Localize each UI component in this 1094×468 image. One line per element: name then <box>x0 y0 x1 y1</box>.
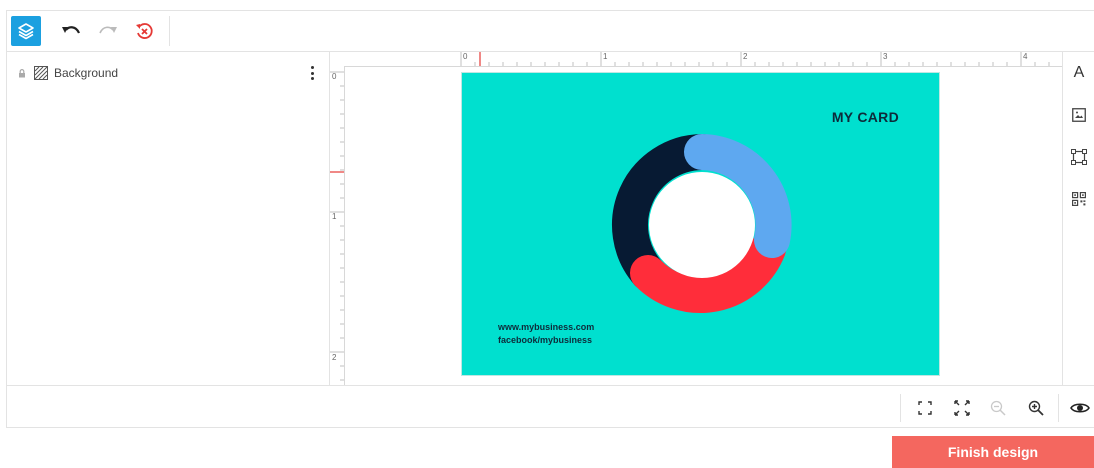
card-website: www.mybusiness.com <box>498 322 595 332</box>
layer-item-background[interactable]: Background <box>6 62 329 84</box>
business-card[interactable]: MY CARD www.mybusiness.com facebook/mybu… <box>461 72 940 376</box>
ruler-top-label: 2 <box>743 52 748 61</box>
ruler-left-label: 2 <box>332 353 337 362</box>
ruler-top-label: 3 <box>883 52 888 61</box>
undo-icon <box>62 26 81 34</box>
layers-button[interactable] <box>11 16 41 46</box>
ruler-top-label: 1 <box>603 52 608 61</box>
donut-graphic[interactable] <box>602 125 802 325</box>
zoom-out-button[interactable] <box>984 394 1012 422</box>
background-layer-icon <box>34 66 48 80</box>
ruler-top[interactable]: 0 1 2 3 4 <box>344 52 1062 67</box>
fullscreen-button[interactable] <box>948 394 976 422</box>
lock-icon[interactable] <box>17 68 27 78</box>
zoom-in-button[interactable] <box>1022 394 1050 422</box>
text-tool-button[interactable]: A <box>1063 60 1094 86</box>
image-tool-button[interactable] <box>1063 102 1094 128</box>
bottom-toolbar <box>6 385 1094 428</box>
reset-history-button[interactable] <box>129 16 159 46</box>
card-title[interactable]: MY CARD <box>832 109 899 125</box>
image-icon <box>1072 108 1086 122</box>
ruler-left-label: 1 <box>332 212 337 221</box>
redo-icon <box>99 26 117 34</box>
layer-menu-button[interactable] <box>305 66 319 80</box>
eye-icon <box>1070 403 1090 413</box>
ruler-top-label: 4 <box>1023 52 1028 61</box>
toolbar-divider <box>169 16 170 46</box>
history-reset-icon <box>136 23 153 39</box>
layers-panel: Background <box>6 52 330 385</box>
zoom-in-icon <box>1028 400 1044 416</box>
ruler-left-label: 0 <box>332 72 337 81</box>
preview-button[interactable] <box>1066 394 1094 422</box>
ruler-top-label: 0 <box>463 52 468 61</box>
finish-design-button[interactable]: Finish design <box>892 436 1094 468</box>
layer-label: Background <box>54 66 119 80</box>
undo-button[interactable] <box>56 16 86 46</box>
text-icon: A <box>1073 64 1085 81</box>
ruler-left[interactable]: 0 1 2 <box>330 66 345 385</box>
fullscreen-icon <box>954 400 970 416</box>
ruler-top-ticks <box>460 52 1050 66</box>
top-toolbar <box>6 10 1094 52</box>
shape-icon <box>1071 149 1087 165</box>
insert-tools-panel: A <box>1062 52 1094 385</box>
layers-icon <box>18 23 34 40</box>
fit-screen-icon <box>918 401 932 415</box>
zoom-out-icon <box>990 400 1006 416</box>
bottom-divider <box>1058 394 1059 422</box>
card-social: facebook/mybusiness <box>498 335 593 345</box>
redo-button[interactable] <box>93 16 123 46</box>
shape-tool-button[interactable] <box>1063 144 1094 170</box>
bottom-divider <box>900 394 901 422</box>
fit-screen-button[interactable] <box>911 394 939 422</box>
ruler-left-ticks <box>330 71 344 381</box>
card-contact-text[interactable]: www.mybusiness.com facebook/mybusiness <box>498 321 594 347</box>
canvas-area[interactable]: 0 1 2 3 4 0 1 2 MY CARD www.mybusiness.c… <box>330 52 1062 385</box>
qr-tool-button[interactable] <box>1063 186 1094 212</box>
qr-code-icon <box>1072 192 1086 206</box>
